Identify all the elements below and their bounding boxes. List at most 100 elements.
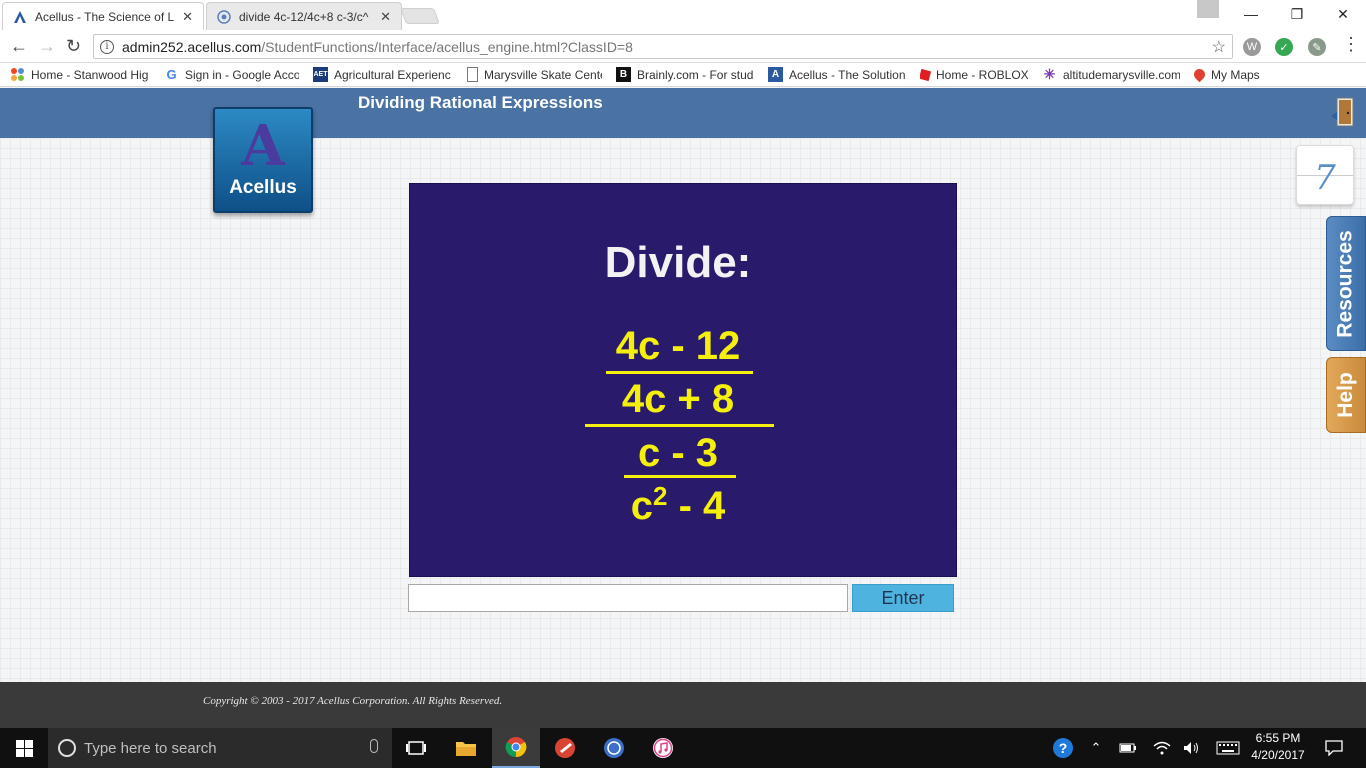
bookmark-label: Acellus - The Solution (789, 67, 906, 82)
search-placeholder: Type here to search (84, 739, 217, 757)
main-fraction-bar (585, 424, 774, 427)
acellus-favicon-icon (13, 10, 27, 24)
bottom-fraction-bar (624, 475, 736, 478)
exit-door-icon[interactable] (1331, 96, 1355, 128)
logo-letter: A (241, 113, 285, 179)
joomla-icon (10, 67, 25, 82)
clock-date: 4/20/2017 (1251, 748, 1305, 762)
url-host: admin252.acellus.com (122, 38, 262, 55)
extension-check-icon[interactable]: ✓ (1275, 38, 1293, 56)
bookmark-label: altitudemarysville.com (1063, 67, 1180, 82)
battery-icon[interactable] (1116, 728, 1140, 768)
acellus-icon: A (768, 67, 783, 82)
resources-label: Resources (1334, 229, 1358, 338)
page-footer: Copyright © 2003 - 2017 Acellus Corporat… (0, 682, 1366, 728)
system-clock[interactable]: 6:55 PM 4/20/2017 (1248, 730, 1308, 764)
roblox-icon (920, 68, 932, 81)
svg-text:?: ? (1059, 740, 1068, 756)
question-counter: 7 (1296, 145, 1354, 205)
task-view-icon[interactable] (392, 728, 440, 768)
bookmark-item[interactable]: Home - ROBLOX (920, 68, 1028, 82)
bookmark-item[interactable]: G Sign in - Google Acco (164, 67, 299, 82)
denominator-exponent: 2 (652, 481, 668, 511)
windows-start-icon[interactable] (0, 728, 48, 768)
bookmark-label: Home - Stanwood Hig (31, 67, 149, 82)
restore-button[interactable]: ❐ (1274, 0, 1320, 28)
bookmarks-bar: Home - Stanwood Hig G Sign in - Google A… (0, 63, 1366, 87)
url-path: /StudentFunctions/Interface/acellus_engi… (261, 38, 633, 55)
bookmark-item[interactable]: My Maps (1194, 67, 1264, 82)
tab-title: divide 4c-12/4c+8 c-3/c^ (239, 9, 369, 24)
browser-title-bar: Acellus - The Science of L ✕ divide 4c-1… (0, 0, 1366, 30)
window-controls: — ❐ ✕ (1228, 0, 1366, 28)
globe-icon (217, 9, 231, 24)
top-denominator: 4c + 8 (621, 377, 735, 421)
chrome-icon[interactable] (492, 728, 540, 768)
clock-time: 6:55 PM (1255, 731, 1301, 745)
tab-search[interactable]: divide 4c-12/4c+8 c-3/c^ ✕ (206, 2, 402, 30)
keyboard-icon[interactable] (1214, 728, 1242, 768)
volume-icon[interactable] (1180, 728, 1204, 768)
logo-text: Acellus (229, 177, 297, 198)
bookmark-item[interactable]: B Brainly.com - For stud (616, 67, 754, 82)
brainly-icon: B (616, 67, 631, 82)
menu-icon[interactable]: ⋮ (1342, 34, 1360, 55)
reload-icon[interactable]: ↻ (66, 36, 81, 57)
lesson-header: Dividing Rational Expressions (0, 88, 1366, 142)
windows-taskbar: Type here to search ? ⌃ 6:55 PM 4/20/201… (0, 728, 1366, 768)
network-globe-icon[interactable] (590, 728, 638, 768)
top-numerator: 4c - 12 (615, 324, 741, 368)
answer-input[interactable] (408, 584, 848, 612)
profile-icon[interactable] (1197, 0, 1219, 18)
minimize-button[interactable]: — (1228, 0, 1274, 28)
address-bar[interactable]: i admin252.acellus.com/StudentFunctions/… (93, 34, 1233, 59)
file-explorer-icon[interactable] (442, 728, 490, 768)
forward-icon[interactable]: → (38, 36, 56, 57)
google-icon: G (166, 67, 177, 82)
browser-toolbar: ← → ↻ i admin252.acellus.com/StudentFunc… (0, 30, 1366, 63)
itunes-icon[interactable] (639, 728, 687, 768)
bookmark-label: Sign in - Google Acco (185, 67, 299, 82)
bookmark-label: Brainly.com - For stud (637, 67, 754, 82)
problem-heading: Divide: (604, 238, 752, 287)
bookmark-label: Agricultural Experienc (334, 67, 451, 82)
bookmark-item[interactable]: A Acellus - The Solution (768, 67, 906, 82)
bottom-denominator: c2 - 4 (578, 481, 778, 529)
bookmark-star-icon[interactable]: ☆ (1212, 37, 1226, 57)
bookmark-label: Home - ROBLOX (936, 67, 1028, 82)
chevron-up-icon[interactable]: ⌃ (1086, 728, 1106, 768)
notification-icon[interactable] (1320, 728, 1348, 768)
taskbar-search-box[interactable]: Type here to search (48, 728, 392, 768)
denominator-base: c (630, 484, 653, 528)
top-fraction-bar (606, 371, 753, 374)
extension-w-icon[interactable]: W (1243, 38, 1261, 56)
extension-tool-icon[interactable]: ✎ (1308, 38, 1326, 56)
tab-acellus[interactable]: Acellus - The Science of L ✕ (2, 2, 204, 30)
enter-button[interactable]: Enter (852, 584, 954, 612)
help-circle-icon[interactable]: ? (1050, 728, 1076, 768)
maps-pin-icon (1194, 67, 1208, 82)
wifi-icon[interactable] (1150, 728, 1174, 768)
resources-tab[interactable]: Resources (1326, 216, 1366, 351)
close-window-button[interactable]: ✕ (1320, 0, 1366, 28)
acellus-logo: A Acellus (213, 107, 313, 213)
back-icon[interactable]: ← (10, 36, 28, 57)
bookmark-item[interactable]: AET Agricultural Experienc (313, 67, 453, 82)
cortana-icon (58, 739, 76, 757)
copyright-text: Copyright © 2003 - 2017 Acellus Corporat… (203, 695, 503, 707)
close-tab-icon[interactable]: ✕ (380, 9, 391, 25)
bookmark-label: Marysville Skate Cente (484, 67, 602, 82)
bookmark-item[interactable]: Marysville Skate Cente (467, 67, 602, 82)
close-tab-icon[interactable]: ✕ (182, 9, 193, 25)
bottom-numerator: c - 3 (637, 431, 719, 475)
microphone-icon[interactable] (370, 739, 378, 753)
help-tab[interactable]: Help (1326, 357, 1366, 433)
bookmark-item[interactable]: ✳ altitudemarysville.com (1042, 67, 1180, 82)
info-icon[interactable]: i (100, 39, 114, 54)
bookmark-item[interactable]: Home - Stanwood Hig (10, 67, 150, 82)
new-tab-button[interactable] (400, 8, 440, 24)
counter-number: 7 (1314, 158, 1336, 198)
ccleaner-icon[interactable] (541, 728, 589, 768)
page-icon (467, 67, 478, 82)
aet-icon: AET (313, 67, 328, 82)
